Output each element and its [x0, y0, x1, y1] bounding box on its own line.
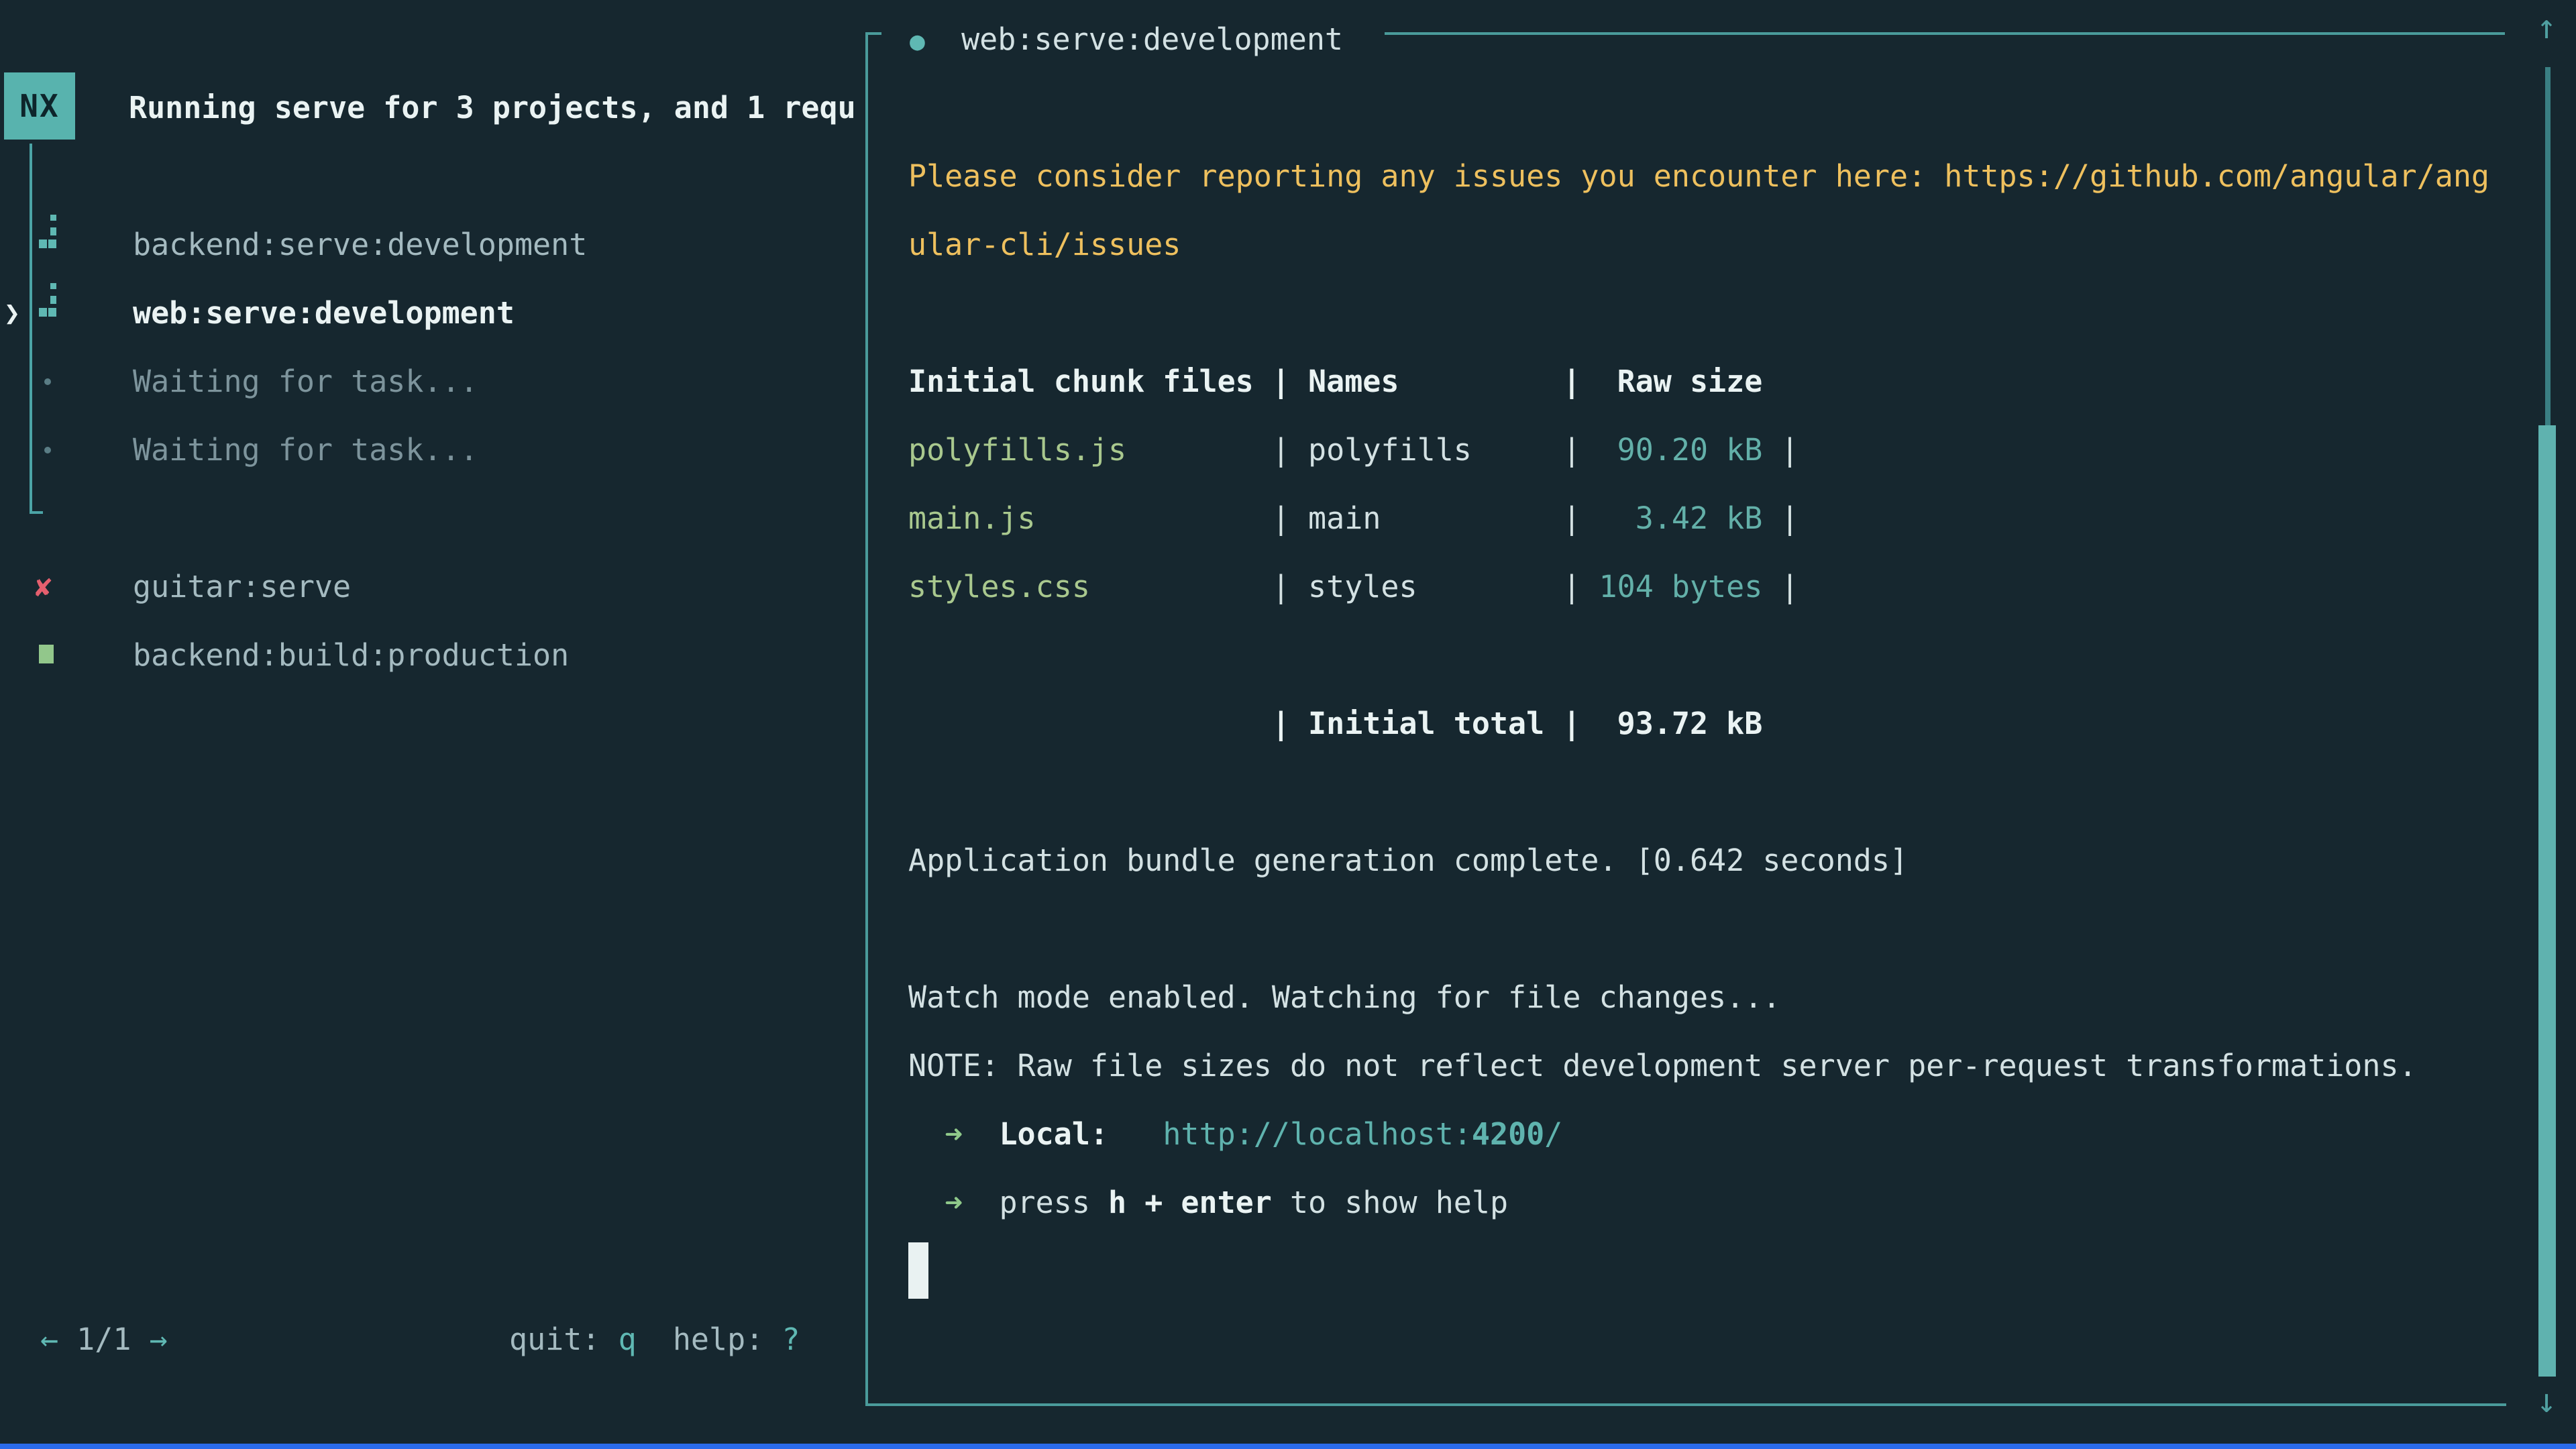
scrollbar-track[interactable] — [2545, 67, 2551, 425]
table-row: main.js | main | 3.42 kB | — [908, 484, 1799, 553]
help-line: ➜ press h + enter to show help — [908, 1169, 1508, 1237]
panel-border-bottom — [865, 1403, 2506, 1406]
pipe: | — [1562, 569, 1599, 604]
help-key: ? — [782, 1322, 800, 1357]
local-label: Local: — [963, 1116, 1108, 1152]
table-total-row: | Initial total | 93.72 kB — [908, 690, 1762, 758]
arrow-right-icon: ➜ — [908, 1185, 963, 1220]
pipe: | — [1762, 569, 1799, 604]
chunk-name: main — [1308, 500, 1562, 536]
terminal-cursor — [908, 1242, 928, 1299]
keyboard-hints: quit: q help: ? — [509, 1305, 800, 1374]
chunk-file: polyfills.js — [908, 432, 1272, 468]
waiting-dot-icon — [44, 378, 51, 385]
scrollbar-thumb[interactable] — [2538, 425, 2556, 1377]
local-server-line: ➜ Local: http://localhost:4200/ — [908, 1100, 1562, 1169]
table-row: polyfills.js | polyfills | 90.20 kB | — [908, 416, 1799, 484]
quit-hint-label: quit: — [509, 1322, 619, 1357]
url-port: 4200 — [1472, 1116, 1544, 1152]
chunk-size: 104 bytes — [1599, 569, 1763, 604]
issues-notice-line2[interactable]: ular-cli/issues — [908, 211, 1181, 279]
gap — [1108, 1116, 1163, 1152]
chunk-file: main.js — [908, 500, 1272, 536]
bottom-accent-bar — [0, 1444, 2576, 1449]
issues-notice-line1[interactable]: Please consider reporting any issues you… — [908, 142, 2489, 211]
panel-border-top — [1385, 32, 2505, 35]
chunk-size: 90.20 kB — [1617, 432, 1763, 468]
bullet-icon: ● — [910, 26, 925, 56]
scroll-down-icon[interactable]: ↓ — [2526, 1381, 2567, 1421]
pager: ← 1/1 → — [40, 1305, 168, 1374]
pipe: | — [1272, 432, 1308, 468]
sidebar-item-web-serve[interactable]: web:serve:development — [133, 279, 515, 347]
spinner-icon — [39, 283, 56, 317]
bundle-complete-message: Application bundle generation complete. … — [908, 826, 1908, 895]
sidebar-item-waiting-1[interactable]: Waiting for task... — [133, 347, 478, 416]
pipe: | — [1762, 432, 1799, 468]
chunk-name: styles — [1308, 569, 1562, 604]
localhost-url[interactable]: http://localhost:4200/ — [1163, 1116, 1562, 1152]
help-keys: h + enter — [1108, 1185, 1272, 1220]
pager-next-arrow[interactable]: → — [150, 1322, 168, 1357]
pipe: | — [1762, 500, 1799, 536]
tree-branch-elbow — [30, 511, 43, 514]
waiting-dot-icon — [44, 447, 51, 453]
sidebar-item-waiting-2[interactable]: Waiting for task... — [133, 416, 478, 484]
sidebar-item-backend-serve[interactable]: backend:serve:development — [133, 211, 587, 279]
panel-title-label: web:serve:development — [925, 21, 1343, 57]
chunk-file: styles.css — [908, 569, 1272, 604]
chevron-right-icon: ❯ — [4, 279, 20, 347]
table-header: Initial chunk files | Names | Raw size — [908, 347, 1762, 416]
help-hint-label: help: — [637, 1322, 782, 1357]
nx-terminal-ui: NX Running serve for 3 projects, and 1 r… — [0, 0, 2576, 1449]
nx-logo: NX — [4, 72, 75, 140]
chunk-size: 3.42 kB — [1635, 500, 1763, 536]
panel-border-top-stub — [865, 32, 881, 35]
chunk-name: polyfills — [1308, 432, 1562, 468]
sidebar-item-guitar-serve[interactable]: guitar:serve — [133, 553, 351, 621]
pager-label: 1/1 — [58, 1322, 149, 1357]
panel-title: ● web:serve:development — [910, 5, 1343, 74]
arrow-right-icon: ➜ — [908, 1116, 963, 1152]
error-cross-icon: ✘ — [35, 553, 52, 621]
help-post: to show help — [1272, 1185, 1508, 1220]
quit-key: q — [619, 1322, 637, 1357]
pipe: | — [1272, 569, 1308, 604]
spinner-icon — [39, 215, 56, 248]
pager-prev-arrow[interactable]: ← — [40, 1322, 58, 1357]
url-slash: / — [1544, 1116, 1562, 1152]
help-pre: press — [963, 1185, 1108, 1220]
table-row: styles.css | styles | 104 bytes | — [908, 553, 1799, 621]
success-square-icon — [39, 645, 54, 663]
tree-branch-line — [30, 144, 32, 514]
pipe: | — [1562, 500, 1635, 536]
url-base: http://localhost: — [1163, 1116, 1472, 1152]
scroll-up-icon[interactable]: ↑ — [2526, 7, 2567, 47]
pipe: | — [1272, 500, 1308, 536]
sidebar-header: Running serve for 3 projects, and 1 requ — [129, 74, 856, 142]
sidebar-item-backend-build[interactable]: backend:build:production — [133, 621, 569, 690]
panel-border-left — [865, 32, 868, 1406]
raw-size-note: NOTE: Raw file sizes do not reflect deve… — [908, 1032, 2417, 1100]
pipe: | — [1562, 432, 1617, 468]
watch-mode-message: Watch mode enabled. Watching for file ch… — [908, 963, 1780, 1032]
